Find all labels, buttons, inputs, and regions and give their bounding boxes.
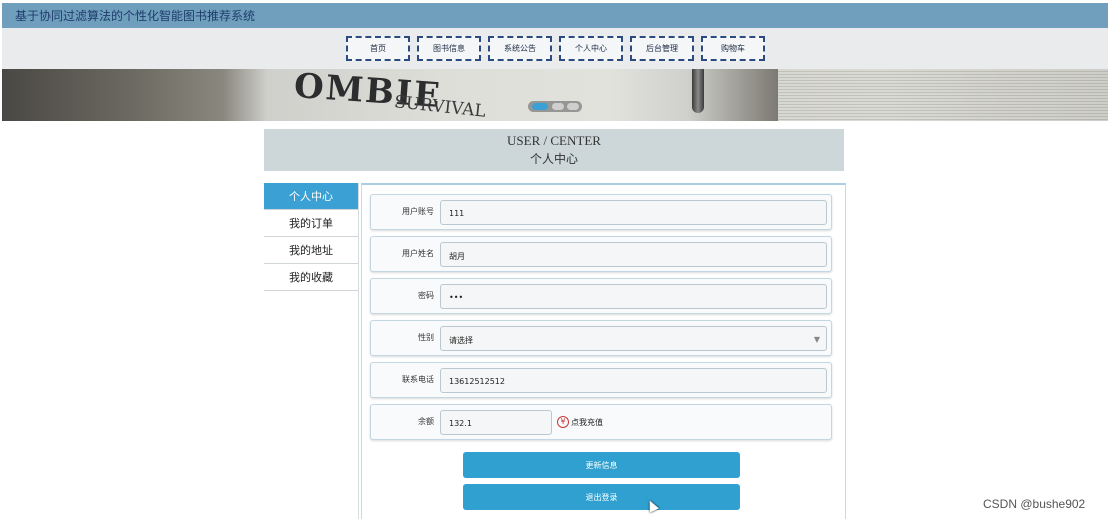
carousel-dot-2[interactable] <box>552 103 564 110</box>
recharge-link[interactable]: ¥ 点我充值 <box>557 416 603 428</box>
user-sidebar: 个人中心 我的订单 我的地址 我的收藏 <box>264 183 359 519</box>
recharge-label: 点我充值 <box>571 417 603 427</box>
nav-item-cart[interactable]: 购物车 <box>701 36 765 61</box>
banner-carousel[interactable]: OMBIE SURVIVAL <box>2 69 1108 121</box>
gender-label: 性别 <box>418 333 434 342</box>
sidebar-item-user-center[interactable]: 个人中心 <box>264 183 358 210</box>
gender-select[interactable]: 请选择 ▼ <box>440 326 827 351</box>
phone-input[interactable]: 13612512512 <box>440 368 827 393</box>
banner-pen-image <box>692 69 704 113</box>
username-input[interactable]: 111 <box>440 200 827 225</box>
nav-item-announcements[interactable]: 系统公告 <box>488 36 552 61</box>
logout-button[interactable]: 退出登录 <box>463 484 740 510</box>
top-nav: 首页 图书信息 系统公告 个人中心 后台管理 购物车 <box>2 28 1108 69</box>
name-label: 用户姓名 <box>402 249 434 258</box>
update-info-button[interactable]: 更新信息 <box>463 452 740 478</box>
nav-item-user-center[interactable]: 个人中心 <box>559 36 623 61</box>
balance-input[interactable]: 132.1 <box>440 410 552 435</box>
form-row-name: 用户姓名 胡月 <box>370 236 832 272</box>
carousel-dot-3[interactable] <box>567 103 579 110</box>
gender-select-value: 请选择 <box>449 336 473 345</box>
sidebar-item-addresses[interactable]: 我的地址 <box>264 237 358 264</box>
banner-pages-image <box>778 69 1108 121</box>
section-title-zh: 个人中心 <box>529 152 578 166</box>
name-input[interactable]: 胡月 <box>440 242 827 267</box>
banner-book-subtitle: SURVIVAL <box>393 92 487 121</box>
username-label: 用户账号 <box>402 207 434 216</box>
form-row-gender: 性别 请选择 ▼ <box>370 320 832 356</box>
phone-label: 联系电话 <box>402 375 434 384</box>
watermark: CSDN @bushe902 <box>983 497 1086 511</box>
form-row-phone: 联系电话 13612512512 <box>370 362 832 398</box>
app-header: 基于协同过滤算法的个性化智能图书推荐系统 <box>2 3 1108 28</box>
section-header: USER / CENTER 个人中心 <box>264 129 844 171</box>
sidebar-item-orders[interactable]: 我的订单 <box>264 210 358 237</box>
chevron-down-icon: ▼ <box>813 335 820 344</box>
balance-label: 余额 <box>418 417 434 426</box>
page: 基于协同过滤算法的个性化智能图书推荐系统 首页 图书信息 系统公告 个人中心 后… <box>0 0 1112 519</box>
form-row-balance: 余额 132.1 ¥ 点我充值 <box>370 404 832 440</box>
section-title-en: USER / CENTER <box>507 133 601 148</box>
form-row-username: 用户账号 111 <box>370 194 832 230</box>
nav-item-books[interactable]: 图书信息 <box>417 36 481 61</box>
app-title: 基于协同过滤算法的个性化智能图书推荐系统 <box>15 9 256 23</box>
nav-item-admin[interactable]: 后台管理 <box>630 36 694 61</box>
nav-item-home[interactable]: 首页 <box>346 36 410 61</box>
sidebar-item-favorites[interactable]: 我的收藏 <box>264 264 358 291</box>
form-row-password: 密码 ••• <box>370 278 832 314</box>
carousel-dot-1[interactable] <box>532 103 548 110</box>
password-input[interactable]: ••• <box>440 284 827 309</box>
carousel-indicator <box>528 101 582 112</box>
yuan-icon: ¥ <box>557 416 569 428</box>
password-label: 密码 <box>418 291 434 300</box>
